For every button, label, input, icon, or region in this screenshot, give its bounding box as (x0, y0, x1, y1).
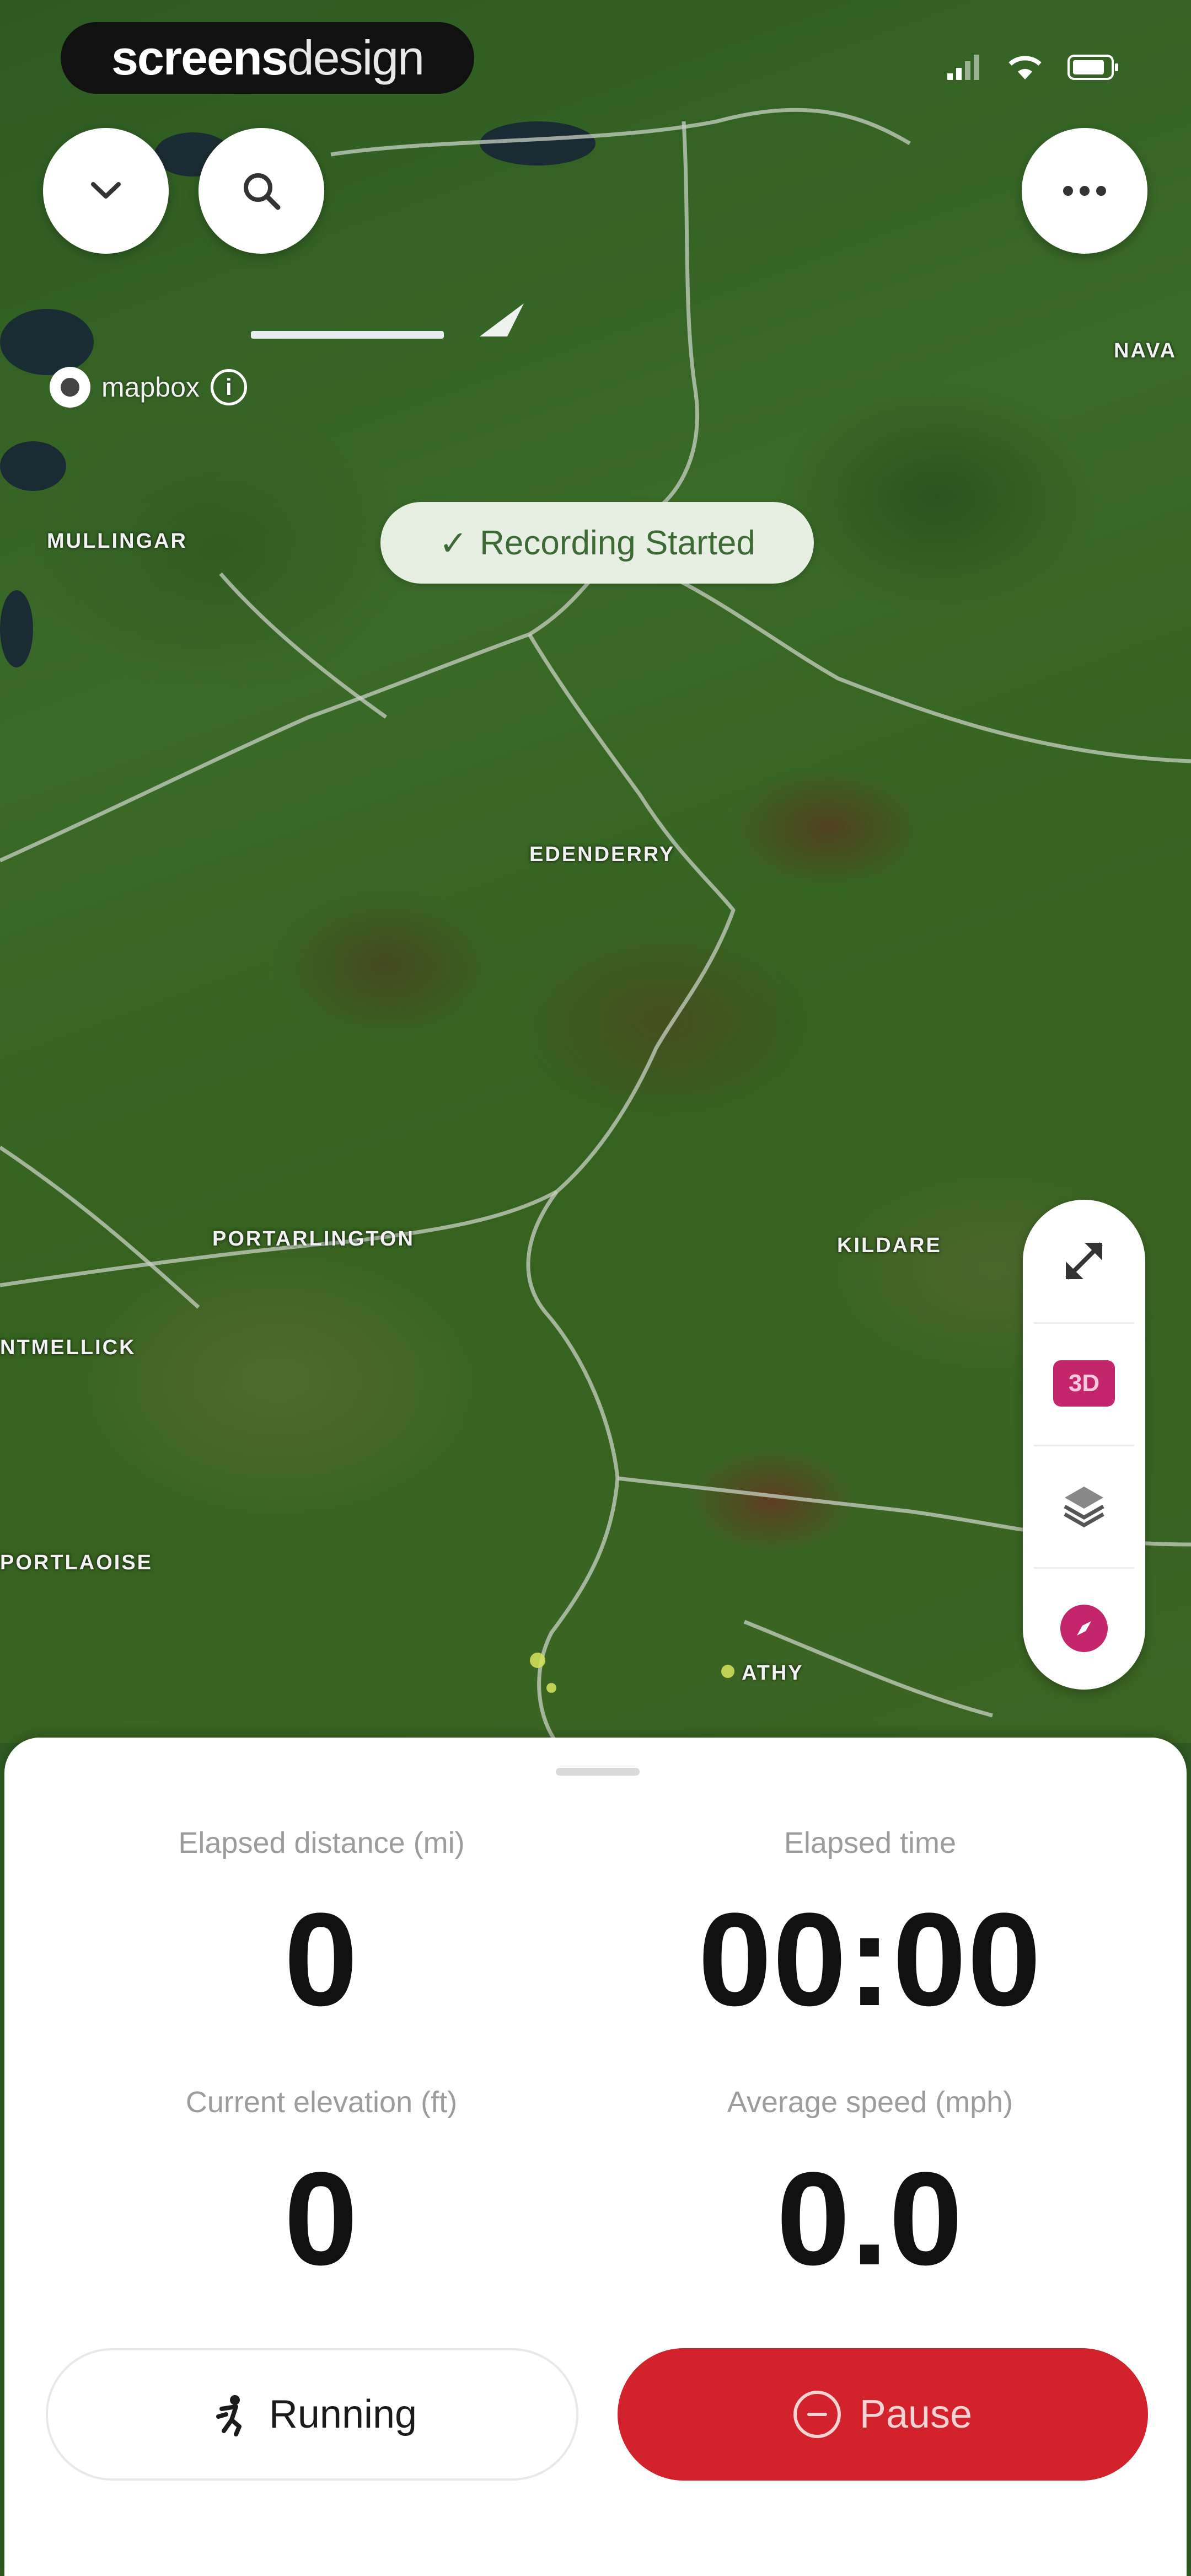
wifi-icon (1008, 56, 1042, 79)
running-icon (216, 2395, 242, 2436)
stat-current-elevation: Current elevation (ft) 0 (46, 2085, 597, 2285)
search-icon (244, 173, 281, 210)
stat-elapsed-time: Elapsed time 00:00 (594, 1826, 1146, 2025)
mapbox-logo-icon (50, 367, 90, 408)
pause-label: Pause (859, 2392, 973, 2436)
map-label-kildare: KILDARE (837, 1234, 942, 1257)
stat-label: Average speed (mph) (727, 2086, 1013, 2119)
map-label-naas: NAVA (1114, 339, 1177, 362)
status-bar-icons (947, 51, 1118, 84)
map-label-mountmellick: NTMELLICK (0, 1336, 136, 1359)
pause-icon (793, 2391, 841, 2438)
activity-type-button[interactable]: Running (46, 2348, 578, 2481)
stat-average-speed: Average speed (mph) 0.0 (594, 2085, 1146, 2285)
activity-type-label: Running (269, 2392, 417, 2436)
search-button[interactable] (198, 128, 324, 254)
map-label-portlaoise: PORTLAOISE (0, 1551, 153, 1574)
watermark-logo: screensdesign (61, 22, 474, 94)
signal-icon (947, 55, 979, 80)
3d-label: 3D (1053, 1360, 1115, 1407)
stat-label: Elapsed distance (mi) (178, 1826, 465, 1859)
chevron-down-icon (91, 182, 121, 199)
stats-sheet: Elapsed distance (mi) 0 Elapsed time 00:… (4, 1738, 1187, 2576)
stat-value: 0 (284, 1885, 359, 2033)
map-layers-button[interactable] (1023, 1445, 1145, 1567)
compass-icon (1060, 1605, 1108, 1652)
stat-value: 0 (284, 2145, 359, 2292)
expand-icon (1065, 1242, 1103, 1280)
map-label-athy: ATHY (742, 1661, 804, 1685)
map-roads (0, 108, 1191, 1743)
mapbox-attribution[interactable]: mapbox i (50, 367, 247, 408)
stat-value: 00:00 (698, 1885, 1042, 2033)
stat-label: Elapsed time (784, 1826, 957, 1859)
recording-started-toast: ✓ Recording Started (380, 502, 814, 584)
map-label-mullingar: MULLINGAR (47, 530, 187, 553)
mapbox-text: mapbox (101, 372, 200, 403)
compass-button[interactable] (1023, 1567, 1145, 1690)
pause-button[interactable]: Pause (618, 2348, 1148, 2481)
collapse-button[interactable] (43, 128, 169, 254)
scale-arrow-icon (480, 303, 524, 336)
map-label-edenderry: EDENDERRY (529, 843, 675, 866)
stat-value: 0.0 (776, 2145, 964, 2292)
3d-toggle-button[interactable]: 3D (1023, 1322, 1145, 1445)
more-icon (1063, 186, 1106, 196)
map-label-portarlington: PORTARLINGTON (212, 1227, 415, 1250)
layers-icon (1064, 1487, 1104, 1528)
sheet-drag-handle[interactable] (556, 1768, 640, 1776)
toast-text: Recording Started (480, 523, 755, 562)
info-icon[interactable]: i (210, 369, 247, 405)
watermark-bold: screens (111, 30, 288, 85)
more-options-button[interactable] (1022, 128, 1147, 254)
map-view[interactable]: MULLINGAR EDENDERRY PORTARLINGTON KILDAR… (0, 0, 1191, 1743)
check-icon: ✓ (439, 524, 468, 563)
battery-icon (1067, 55, 1118, 80)
map-controls: 3D (1023, 1200, 1145, 1690)
expand-map-button[interactable] (1023, 1200, 1145, 1322)
map-scale-bar (251, 331, 444, 339)
stat-label: Current elevation (ft) (185, 2086, 458, 2119)
stat-elapsed-distance: Elapsed distance (mi) 0 (46, 1826, 597, 2025)
watermark-light: design (287, 30, 425, 85)
